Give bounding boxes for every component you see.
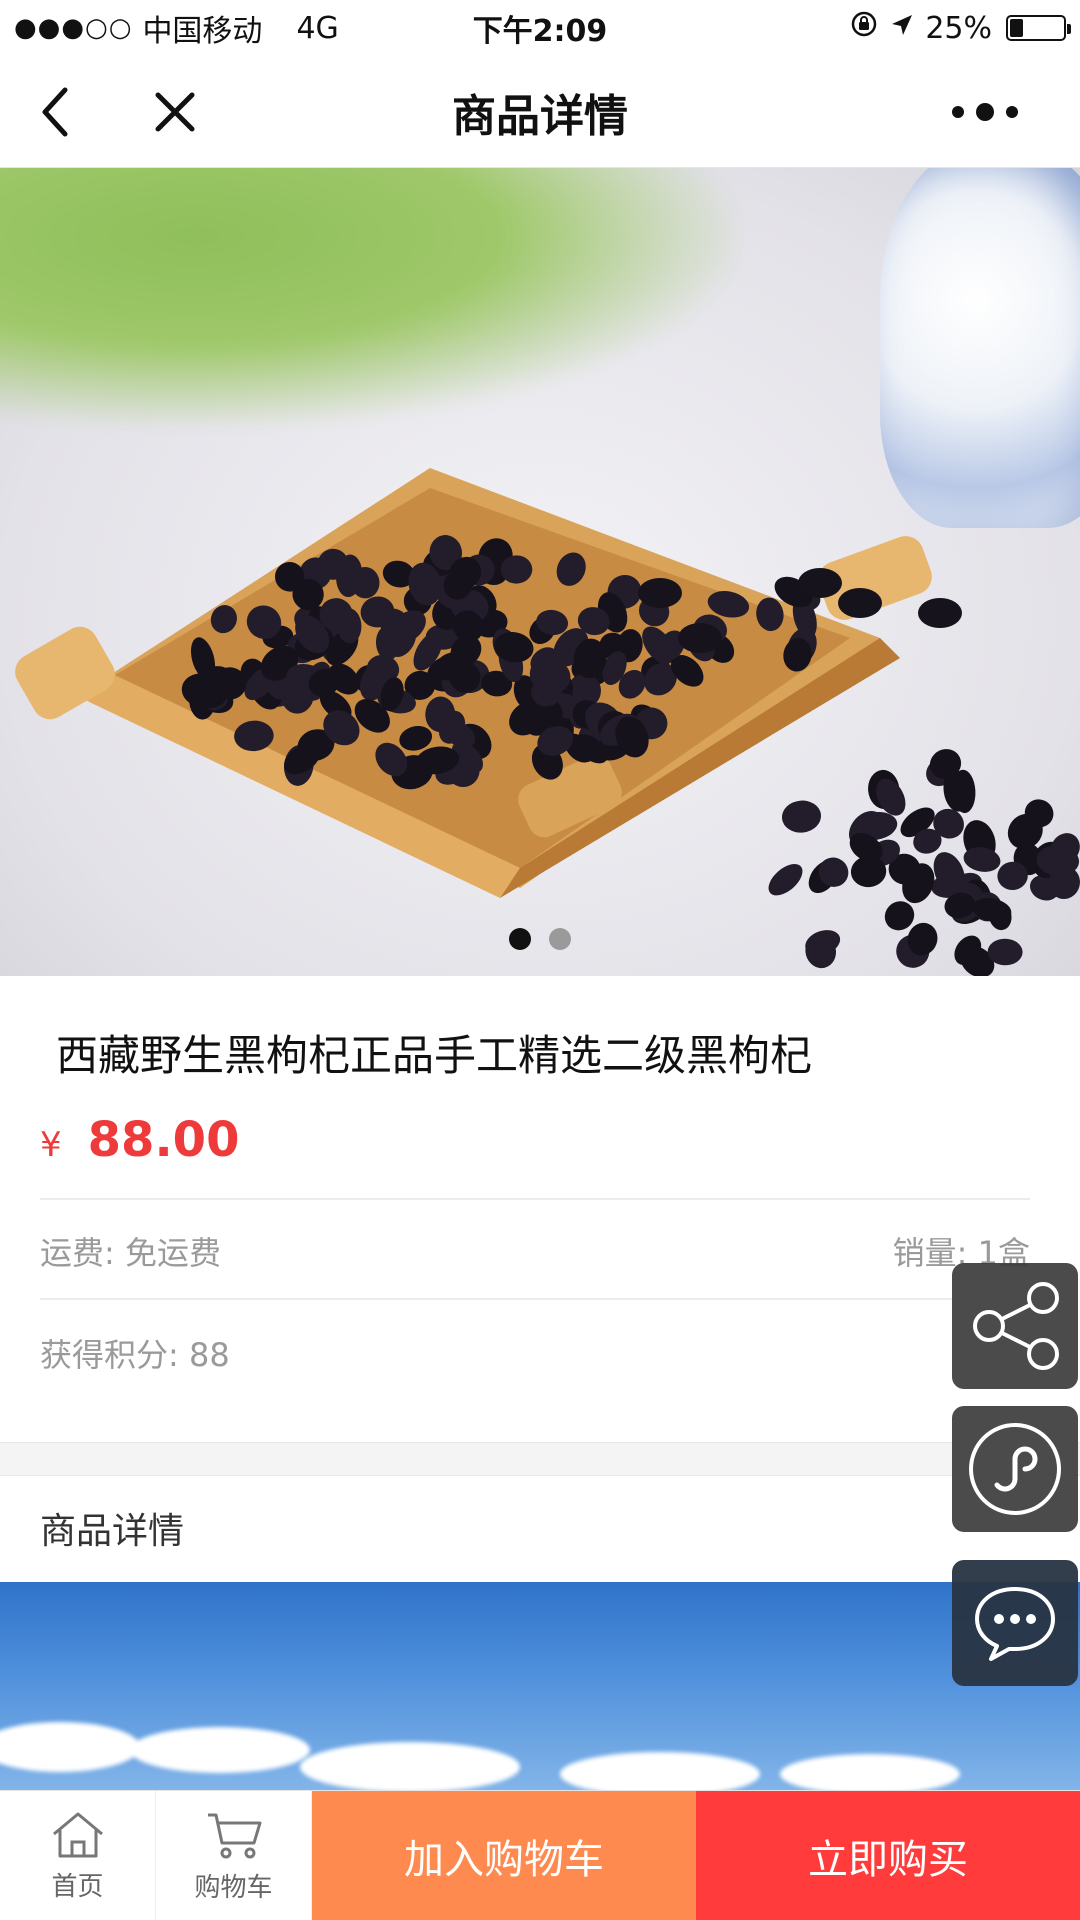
nav-bar: 商品详情 [0, 56, 1080, 168]
product-price: ¥ 88.00 [40, 1112, 239, 1168]
tab-home[interactable]: 首页 [0, 1791, 156, 1920]
cloud [0, 1722, 140, 1772]
carrier-name: 中国移动 [142, 14, 263, 49]
add-to-cart-button[interactable]: 加入购物车 [312, 1791, 696, 1920]
product-title: 西藏野生黑枸杞正品手工精选二级黑枸杞 [56, 1031, 813, 1080]
signal-strength-icon: ●●●○○ [14, 13, 133, 43]
bottom-action-bar: 首页 购物车 加入购物车 立即购买 [0, 1790, 1080, 1920]
chevron-left-icon [42, 87, 68, 137]
more-menu-button[interactable] [930, 56, 1040, 168]
cart-icon [207, 1813, 261, 1858]
buy-now-button[interactable]: 立即购买 [696, 1791, 1080, 1920]
home-icon [52, 1812, 103, 1857]
share-icon [973, 1282, 1059, 1370]
tab-home-label: 首页 [51, 1871, 104, 1902]
shipping-fee: 运费: 免运费 [40, 1234, 221, 1272]
close-button[interactable] [140, 56, 210, 168]
divider [40, 1198, 1030, 1200]
share-button[interactable] [952, 1263, 1078, 1389]
reward-points: 获得积分: 88 [40, 1336, 230, 1374]
product-info: 西藏野生黑枸杞正品手工精选二级黑枸杞 ¥ 88.00 运费: 免运费 销量: 1… [0, 976, 1080, 1442]
customer-service-button[interactable] [952, 1560, 1078, 1686]
status-left: ●●●○○ 中国移动 4G [14, 6, 339, 50]
network-type: 4G [296, 10, 339, 46]
close-icon [155, 92, 195, 132]
carousel-dot[interactable] [509, 928, 531, 950]
black-goji-berries [181, 535, 1080, 976]
battery-percent: 25% [925, 10, 992, 46]
divider [40, 1298, 1030, 1300]
orientation-lock-icon [849, 9, 879, 47]
carousel-indicators [0, 928, 1080, 950]
location-arrow-icon [889, 11, 915, 46]
cloud [780, 1754, 960, 1794]
currency-symbol: ¥ [40, 1125, 62, 1165]
section-separator [0, 1442, 1080, 1476]
product-image-carousel[interactable] [0, 168, 1080, 976]
back-button[interactable] [20, 56, 90, 168]
cloud [300, 1742, 520, 1792]
link-icon [969, 1423, 1061, 1515]
status-bar: ●●●○○ 中国移动 4G 下午2:09 25% [0, 0, 1080, 56]
details-section-title: 商品详情 [40, 1511, 185, 1552]
carousel-dot[interactable] [549, 928, 571, 950]
mini-program-button[interactable] [952, 1406, 1078, 1532]
price-value: 88.00 [87, 1112, 240, 1168]
more-dots-icon [952, 103, 1018, 121]
tab-cart[interactable]: 购物车 [156, 1791, 312, 1920]
tab-cart-label: 购物车 [194, 1872, 273, 1903]
battery-icon [1006, 15, 1071, 41]
cloud [130, 1727, 310, 1773]
detail-image [0, 1582, 1080, 1802]
chat-icon [975, 1587, 1055, 1661]
status-right: 25% [849, 9, 1071, 47]
product-photo [15, 468, 1080, 976]
